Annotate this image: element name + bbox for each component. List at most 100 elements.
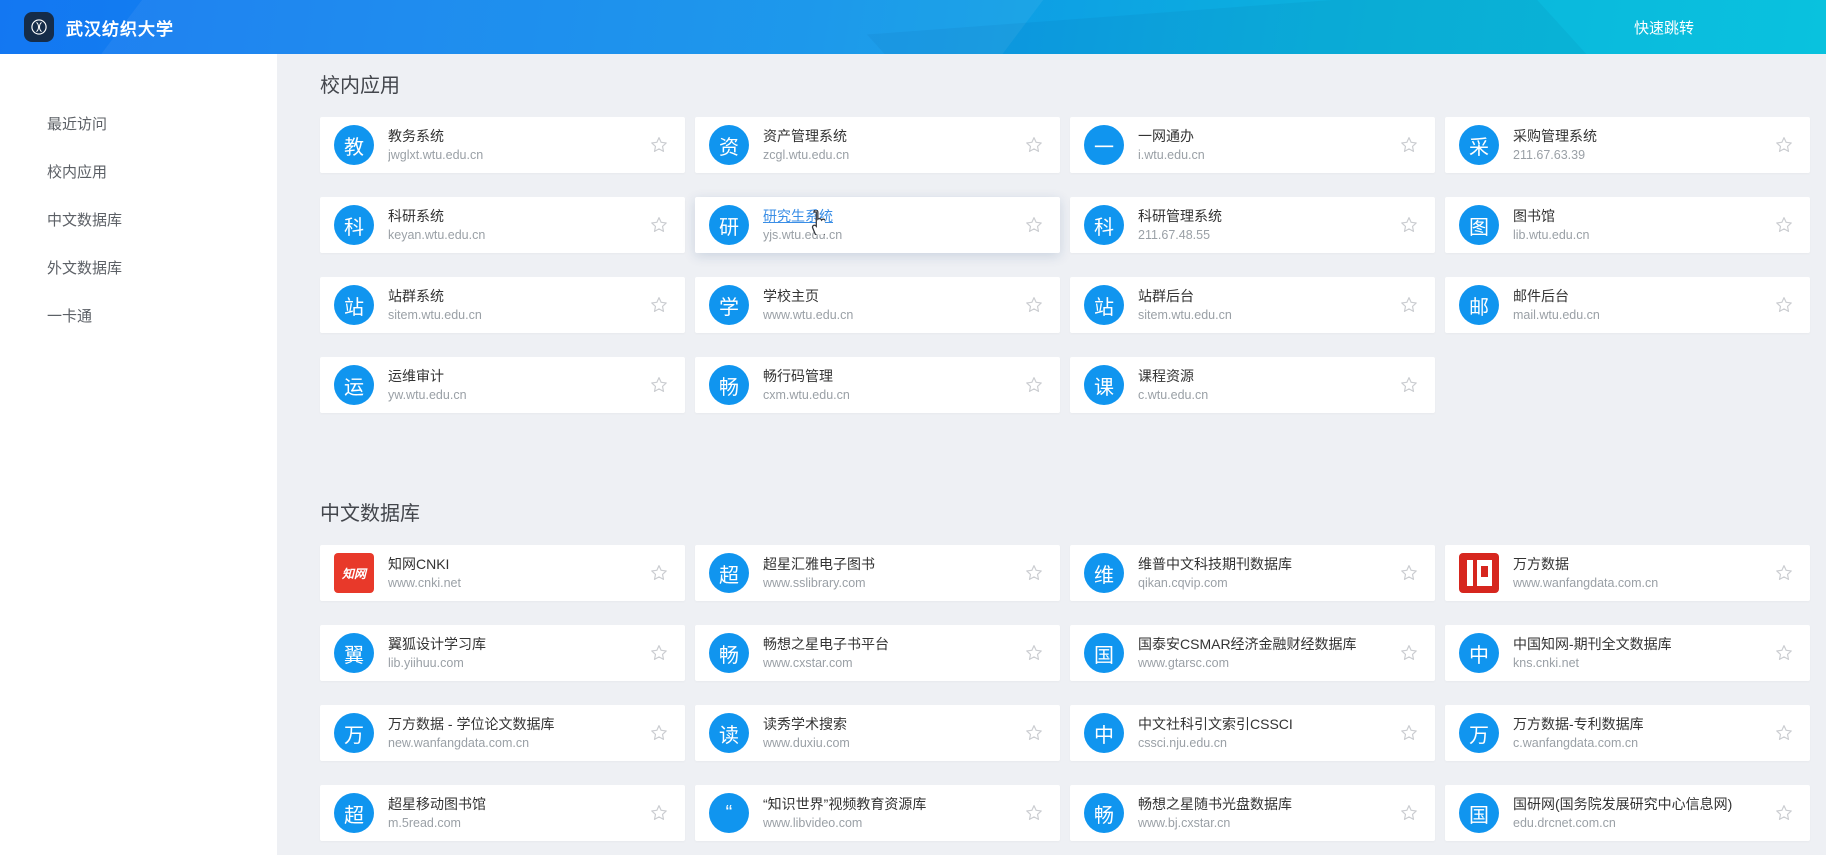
app-card[interactable]: 科 科研系统 keyan.wtu.edu.cn [320, 197, 685, 253]
favorite-star-icon[interactable] [649, 643, 669, 663]
app-card[interactable]: 万 万方数据-专利数据库 c.wanfangdata.com.cn [1445, 705, 1810, 761]
app-card-url: c.wtu.edu.cn [1138, 387, 1209, 402]
app-card-url: www.sslibrary.com [763, 575, 866, 590]
app-card[interactable]: 科 科研管理系统 211.67.48.55 [1070, 197, 1435, 253]
favorite-star-icon[interactable] [1399, 563, 1419, 583]
app-card[interactable]: “ “知识世界”视频教育资源库 www.libvideo.com [695, 785, 1060, 841]
favorite-star-icon[interactable] [1399, 803, 1419, 823]
quick-jump-link[interactable]: 快速跳转 [1634, 0, 1694, 54]
app-card[interactable]: 知网 知网CNKI www.cnki.net [320, 545, 685, 601]
app-card[interactable]: 畅 畅行码管理 cxm.wtu.edu.cn [695, 357, 1060, 413]
app-card[interactable]: 采 采购管理系统 211.67.63.39 [1445, 117, 1810, 173]
favorite-star-icon[interactable] [1774, 215, 1794, 235]
app-card[interactable]: 站 站群后台 sitem.wtu.edu.cn [1070, 277, 1435, 333]
favorite-star-icon[interactable] [1774, 643, 1794, 663]
app-card-url: mail.wtu.edu.cn [1513, 307, 1600, 322]
app-icon: 读 [709, 713, 749, 753]
favorite-star-icon[interactable] [1399, 135, 1419, 155]
app-card[interactable]: 站 站群系统 sitem.wtu.edu.cn [320, 277, 685, 333]
favorite-star-icon[interactable] [1774, 135, 1794, 155]
app-card[interactable]: 超 超星汇雅电子图书 www.sslibrary.com [695, 545, 1060, 601]
sidebar-item-campus-apps[interactable]: 校内应用 [47, 149, 277, 197]
app-icon: 科 [334, 205, 374, 245]
app-card[interactable]: 读 读秀学术搜索 www.duxiu.com [695, 705, 1060, 761]
app-card[interactable]: 资 资产管理系统 zcgl.wtu.edu.cn [695, 117, 1060, 173]
favorite-star-icon[interactable] [1024, 295, 1044, 315]
app-icon: 畅 [709, 365, 749, 405]
app-card[interactable]: 国 国研网(国务院发展研究中心信息网) edu.drcnet.com.cn [1445, 785, 1810, 841]
app-card[interactable]: 运 运维审计 yw.wtu.edu.cn [320, 357, 685, 413]
app-card-title: 研究生系统 [763, 207, 833, 224]
app-card[interactable]: 课 课程资源 c.wtu.edu.cn [1070, 357, 1435, 413]
app-icon: 科 [1084, 205, 1124, 245]
favorite-star-icon[interactable] [1024, 803, 1044, 823]
app-card[interactable]: 学 学校主页 www.wtu.edu.cn [695, 277, 1060, 333]
app-card-url: yjs.wtu.edu.cn [763, 227, 843, 242]
app-icon: 邮 [1459, 285, 1499, 325]
favorite-star-icon[interactable] [1399, 643, 1419, 663]
app-card[interactable]: 一 一网通办 i.wtu.edu.cn [1070, 117, 1435, 173]
favorite-star-icon[interactable] [649, 375, 669, 395]
favorite-star-icon[interactable] [1024, 723, 1044, 743]
favorite-star-icon[interactable] [1774, 295, 1794, 315]
favorite-star-icon[interactable] [1774, 563, 1794, 583]
app-card-title: 科研系统 [388, 207, 444, 224]
app-card-title: 国泰安CSMAR经济金融财经数据库 [1138, 635, 1357, 652]
app-card-title: 翼狐设计学习库 [388, 635, 486, 652]
app-card[interactable]: 中 中国知网-期刊全文数据库 kns.cnki.net [1445, 625, 1810, 681]
sidebar-item-chinese-databases[interactable]: 中文数据库 [47, 197, 277, 245]
favorite-star-icon[interactable] [1399, 723, 1419, 743]
app-icon: 站 [1084, 285, 1124, 325]
app-card[interactable]: 超 超星移动图书馆 m.5read.com [320, 785, 685, 841]
app-card[interactable]: 研 研究生系统 yjs.wtu.edu.cn [695, 197, 1060, 253]
favorite-star-icon[interactable] [649, 803, 669, 823]
favorite-star-icon[interactable] [649, 135, 669, 155]
favorite-star-icon[interactable] [1024, 135, 1044, 155]
school-name: 武汉纺织大学 [66, 19, 174, 39]
favorite-star-icon[interactable] [1024, 643, 1044, 663]
app-card[interactable]: 中 中文社科引文索引CSSCI cssci.nju.edu.cn [1070, 705, 1435, 761]
app-card-url: keyan.wtu.edu.cn [388, 227, 486, 242]
app-card-title: 资产管理系统 [763, 127, 847, 144]
app-card-title: 采购管理系统 [1513, 127, 1597, 144]
favorite-star-icon[interactable] [649, 563, 669, 583]
app-icon [1459, 553, 1499, 593]
app-card[interactable]: 万 万方数据 - 学位论文数据库 new.wanfangdata.com.cn [320, 705, 685, 761]
favorite-star-icon[interactable] [649, 295, 669, 315]
app-card[interactable]: 国 国泰安CSMAR经济金融财经数据库 www.gtarsc.com [1070, 625, 1435, 681]
app-card-title: 站群后台 [1138, 287, 1194, 304]
app-card[interactable]: 翼 翼狐设计学习库 lib.yiihuu.com [320, 625, 685, 681]
app-icon: 一 [1084, 125, 1124, 165]
sidebar-item-recent[interactable]: 最近访问 [47, 101, 277, 149]
favorite-star-icon[interactable] [1024, 375, 1044, 395]
app-icon: 中 [1459, 633, 1499, 673]
main-content: 校内应用 教 教务系统 jwglxt.wtu.edu.cn 资 资产管理系统 z… [277, 54, 1826, 855]
app-card[interactable]: 维 维普中文科技期刊数据库 qikan.cqvip.com [1070, 545, 1435, 601]
app-card[interactable]: 畅 畅想之星电子书平台 www.cxstar.com [695, 625, 1060, 681]
app-card-title: 万方数据 [1513, 555, 1569, 572]
favorite-star-icon[interactable] [1024, 563, 1044, 583]
app-card-title: 站群系统 [388, 287, 444, 304]
favorite-star-icon[interactable] [1774, 803, 1794, 823]
app-card[interactable]: 万方数据 www.wanfangdata.com.cn [1445, 545, 1810, 601]
app-card-url: new.wanfangdata.com.cn [388, 735, 530, 750]
favorite-star-icon[interactable] [1399, 295, 1419, 315]
app-card[interactable]: 教 教务系统 jwglxt.wtu.edu.cn [320, 117, 685, 173]
app-card[interactable]: 畅 畅想之星随书光盘数据库 www.bj.cxstar.cn [1070, 785, 1435, 841]
favorite-star-icon[interactable] [1399, 375, 1419, 395]
school-logo-icon [24, 12, 54, 42]
favorite-star-icon[interactable] [1774, 723, 1794, 743]
app-card-title: 中文社科引文索引CSSCI [1138, 715, 1293, 732]
app-card[interactable]: 图 图书馆 lib.wtu.edu.cn [1445, 197, 1810, 253]
app-card-url: i.wtu.edu.cn [1138, 147, 1205, 162]
app-card-url: cssci.nju.edu.cn [1138, 735, 1227, 750]
sidebar-item-onecard[interactable]: 一卡通 [47, 293, 277, 341]
favorite-star-icon[interactable] [649, 215, 669, 235]
app-card[interactable]: 邮 邮件后台 mail.wtu.edu.cn [1445, 277, 1810, 333]
favorite-star-icon[interactable] [1024, 215, 1044, 235]
favorite-star-icon[interactable] [649, 723, 669, 743]
app-card-title: 学校主页 [763, 287, 819, 304]
sidebar-item-foreign-databases[interactable]: 外文数据库 [47, 245, 277, 293]
favorite-star-icon[interactable] [1399, 215, 1419, 235]
app-card-title: 畅想之星电子书平台 [763, 635, 889, 652]
